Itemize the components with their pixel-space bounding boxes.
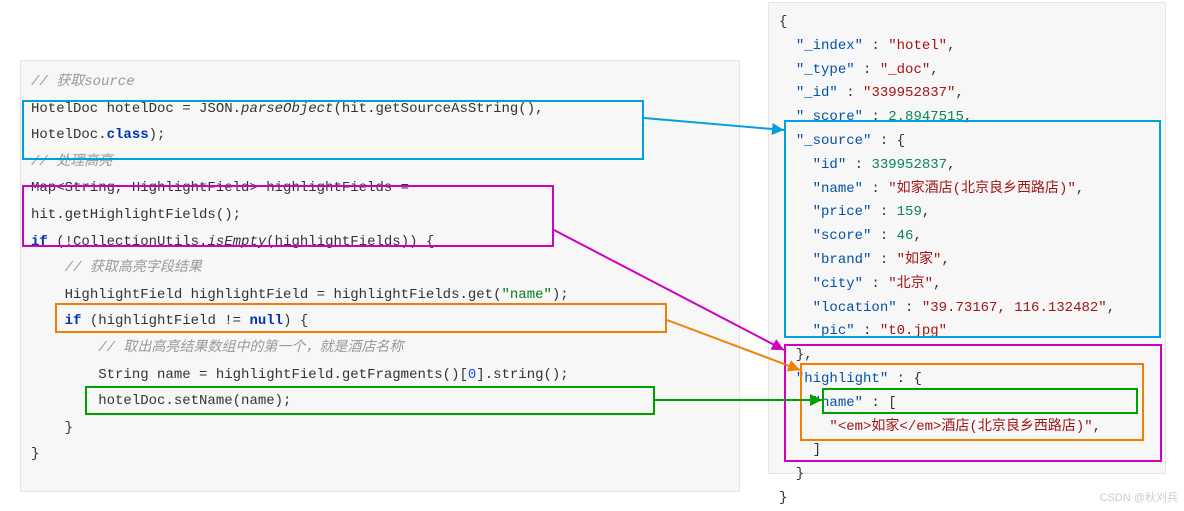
code-line: Map<String, HighlightField> highlightFie… (31, 180, 409, 196)
comment: // 处理高亮 (31, 154, 112, 170)
code-line: } (65, 420, 73, 436)
code-line: } (31, 446, 39, 462)
java-code-block: // 获取source HotelDoc hotelDoc = JSON.par… (20, 60, 740, 492)
code-line: HotelDoc.class); (31, 127, 165, 143)
watermark: CSDN @秋刈兵 (1100, 489, 1178, 505)
code-line: HighlightField highlightField = highligh… (65, 287, 569, 303)
code-line: hit.getHighlightFields(); (31, 207, 241, 223)
code-line: String name = highlightField.getFragment… (98, 367, 569, 383)
code-line: if (!CollectionUtils.isEmpty(highlightFi… (31, 234, 434, 250)
json-result-block: { "_index" : "hotel", "_type" : "_doc", … (768, 2, 1166, 474)
code-line: HotelDoc hotelDoc = JSON.parseObject(hit… (31, 101, 544, 117)
code-line: hotelDoc.setName(name); (98, 393, 291, 409)
comment: // 取出高亮结果数组中的第一个，就是酒店名称 (98, 340, 403, 356)
code-line: if (highlightField != null) { (65, 313, 309, 329)
comment: // 获取source (31, 74, 135, 90)
comment: // 获取高亮字段结果 (65, 260, 202, 276)
